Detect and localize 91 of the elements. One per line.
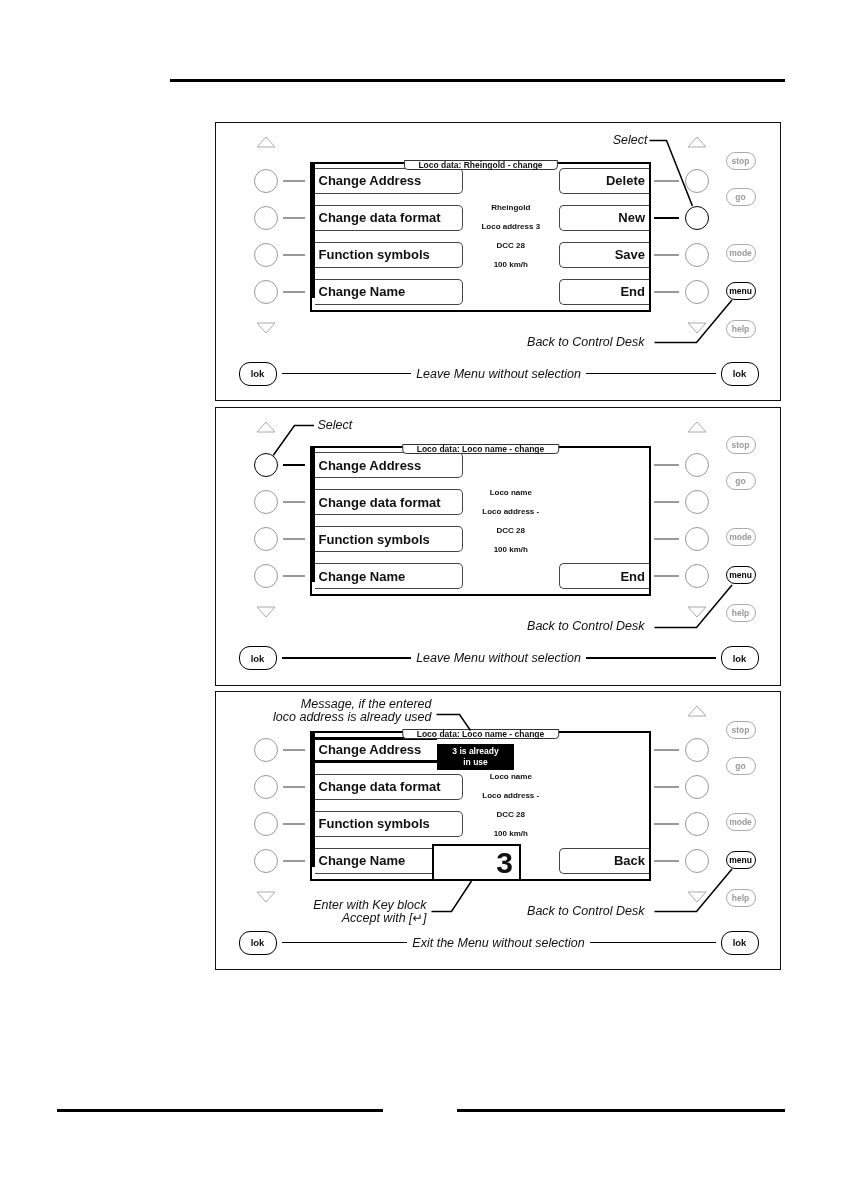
connector-line — [654, 785, 679, 788]
menu-button[interactable]: Function symbols — [314, 241, 463, 268]
connector-line — [283, 179, 305, 182]
callout-label: Exit the Menu without selection — [412, 935, 585, 950]
callout-label: Leave Menu without selection — [416, 651, 581, 665]
menu-button[interactable]: Change data format — [314, 773, 463, 800]
info-text: Rheingold — [491, 202, 531, 214]
function-key[interactable]: menu — [725, 566, 756, 584]
info-text: Loco address - — [482, 505, 540, 518]
menu-button[interactable]: Delete — [559, 167, 649, 194]
callout-label: Select — [612, 134, 648, 147]
up-arrow-icon[interactable] — [687, 420, 707, 433]
connector-line — [283, 464, 305, 466]
info-text: DCC 28 — [496, 809, 525, 821]
menu-button[interactable]: New — [559, 204, 649, 231]
connector-line — [654, 748, 679, 751]
up-arrow-icon[interactable] — [687, 136, 707, 149]
message-popup: 3 is already in use — [437, 743, 514, 770]
connector-line — [654, 290, 679, 293]
info-text: 100 km/h — [493, 259, 528, 271]
up-arrow-icon[interactable] — [256, 136, 276, 149]
connector-line — [654, 575, 679, 577]
lok-button[interactable]: lok — [238, 361, 277, 386]
connector-line — [283, 748, 305, 751]
connector-line — [283, 253, 305, 256]
function-key[interactable]: menu — [725, 281, 756, 300]
menu-button[interactable]: End — [559, 563, 649, 589]
lok-button[interactable]: lok — [238, 930, 277, 955]
connector-line — [654, 822, 679, 825]
round-key[interactable] — [254, 453, 278, 477]
menu-button[interactable]: Save — [559, 241, 649, 268]
lok-button[interactable]: lok — [720, 930, 759, 955]
connector-line — [283, 501, 305, 503]
connector-line — [654, 501, 679, 503]
menu-button[interactable]: Back — [559, 847, 649, 874]
connector-line — [654, 253, 679, 256]
menu-button[interactable]: Function symbols — [314, 526, 463, 552]
menu-button[interactable]: Change Name — [314, 278, 463, 305]
callout-label: Back to Control Desk — [527, 335, 645, 349]
menu-button[interactable]: Change data format — [314, 489, 463, 515]
menu-button[interactable]: Change Name — [314, 847, 432, 874]
menu-button[interactable]: Change Name — [314, 563, 463, 589]
connector-line — [654, 859, 679, 862]
screen-title: Loco data: Loco name - change — [401, 444, 560, 454]
connector-line — [283, 785, 305, 788]
info-text: Loco name — [489, 486, 532, 499]
callout-label: Message, if the entered loco address is already used — [273, 697, 432, 724]
leader-line — [648, 139, 694, 207]
connector-line — [283, 538, 305, 540]
callout-label: Select — [317, 418, 353, 432]
leader-line — [435, 713, 472, 732]
lok-button[interactable]: lok — [720, 646, 759, 670]
menu-button[interactable]: Change data format — [314, 204, 463, 231]
menu-button[interactable]: Change Address — [314, 167, 463, 194]
connector-line — [283, 216, 305, 219]
menu-button[interactable]: End — [559, 278, 649, 305]
connector-line — [283, 822, 305, 825]
connector-line — [654, 216, 679, 219]
info-text: 100 km/h — [493, 543, 528, 556]
function-key[interactable]: menu — [725, 850, 756, 869]
screen-title: Loco data: Rheingold - change — [403, 159, 558, 170]
callout-label: Back to Control Desk — [527, 620, 645, 633]
connector-line — [654, 179, 679, 182]
info-text: Loco name — [489, 771, 532, 783]
up-arrow-icon[interactable] — [256, 420, 276, 433]
info-text: Loco address 3 — [481, 221, 541, 233]
up-arrow-icon[interactable] — [687, 705, 707, 718]
down-arrow-icon[interactable] — [687, 890, 707, 903]
input-field[interactable]: 3 — [432, 843, 521, 879]
callout-label: Enter with Key block Accept with [↵] — [313, 899, 427, 924]
menu-button[interactable]: Function symbols — [314, 810, 463, 837]
leader-line — [272, 424, 315, 456]
connector-line — [283, 859, 305, 862]
connector-line — [283, 290, 305, 293]
info-text: DCC 28 — [496, 524, 525, 537]
info-text: 100 km/h — [493, 828, 528, 840]
callout-label: Leave Menu without selection — [416, 366, 581, 381]
connector-line — [283, 575, 305, 577]
info-text: Loco address - — [482, 790, 540, 802]
round-key[interactable] — [685, 205, 709, 230]
menu-button[interactable]: Change Address — [314, 736, 437, 763]
connector-line — [654, 538, 679, 540]
lok-button[interactable]: lok — [720, 361, 759, 386]
screen-title: Loco data: Loco name - change — [401, 728, 560, 739]
down-arrow-icon[interactable] — [687, 321, 707, 334]
info-text: DCC 28 — [496, 240, 525, 252]
connector-line — [654, 464, 679, 466]
callout-label: Back to Control Desk — [527, 904, 645, 918]
lok-button[interactable]: lok — [238, 646, 277, 670]
down-arrow-icon[interactable] — [687, 606, 707, 618]
menu-button[interactable]: Change Address — [314, 452, 463, 478]
